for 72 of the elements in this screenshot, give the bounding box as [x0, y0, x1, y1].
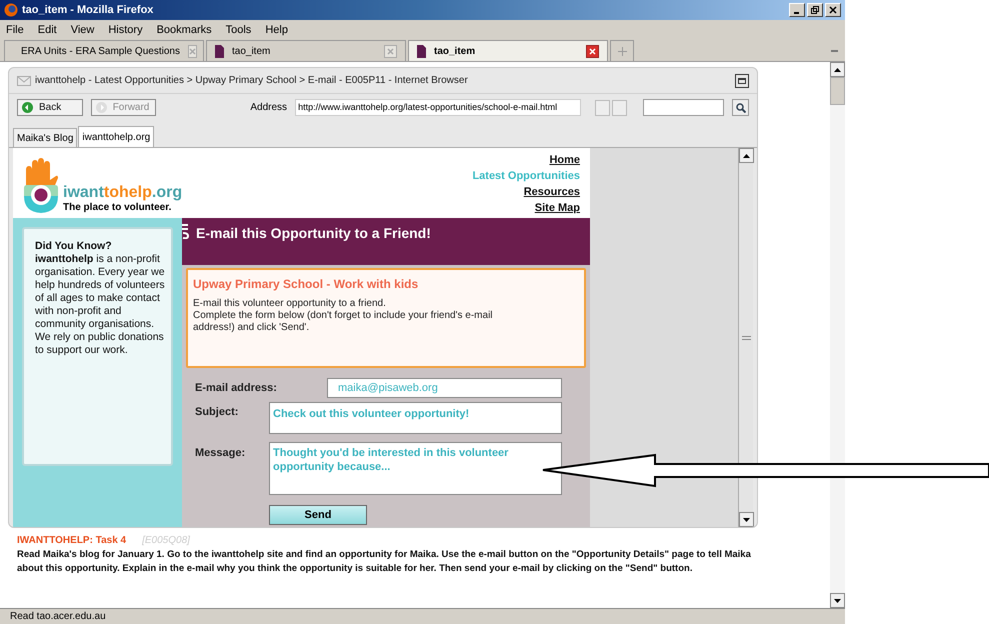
scroll-down-button[interactable]: [738, 512, 754, 527]
send-button[interactable]: Send: [269, 505, 367, 525]
up-arrow-icon: [742, 154, 750, 158]
nav-link[interactable]: Home: [549, 152, 580, 168]
field-label: E-mail address:: [195, 381, 278, 396]
browser-tab[interactable]: ERA Units - ERA Sample Questions: [4, 40, 204, 61]
scroll-up-button[interactable]: [738, 148, 754, 163]
opportunity-text: Complete the form below (don't forget to include your friend's e-mail address!) and click 'Send'.: [193, 310, 494, 334]
tab-label: tao_item: [434, 44, 476, 58]
scroll-up-button[interactable]: [830, 62, 845, 77]
plus-icon: [618, 46, 626, 56]
menu-item[interactable]: History: [108, 22, 143, 38]
field-label: Message:: [195, 446, 246, 461]
window-title: tao_item - Mozilla Firefox: [22, 2, 154, 18]
inner-window-title: iwanttohelp - Latest Opportunities > Upway Primary School > E-mail - E005P11 - Internet Browser: [35, 74, 468, 88]
tab-label: tao_item: [232, 44, 270, 58]
page-scrollbar[interactable]: [738, 148, 753, 527]
card-text: iwanttohelp is a non-profit organisation. Every year we help hundreds of volunteers of all ages to make contact with non-profit and community organisations. We rely on public donations to support our work.: [35, 253, 166, 357]
field-label: Subject:: [195, 405, 240, 420]
tagline: The place to volunteer.: [63, 202, 172, 214]
nav-link[interactable]: Site Map: [534, 200, 580, 216]
task-instructions: Read Maika's blog for January 1. Go to the iwanttohelp site and find an opportunity for Maika. Use the e-mail button on the "Opportunity Details" page to tell Maika about this opportunity. Explain in the e-mail why you think the opportunity is suitable for her. Then send your e-mail by clicking on the "Send" button.: [17, 548, 752, 576]
envelope-icon: [17, 76, 31, 86]
search-field[interactable]: [642, 99, 724, 116]
close-icon: [387, 48, 394, 54]
nav-link[interactable]: Resources: [524, 184, 580, 200]
logo-icon: [23, 158, 59, 214]
close-tab-button[interactable]: [586, 44, 599, 58]
address-field[interactable]: http://www.iwanttohelp.org/latest-opportunities/school-e-mail.html: [295, 99, 581, 116]
document-icon: [215, 44, 224, 58]
card-title: Did You Know?: [35, 240, 113, 253]
search-button[interactable]: [732, 99, 749, 116]
status-text: Read tao.acer.edu.au: [10, 610, 106, 624]
page-tab[interactable]: iwanttohelp.org: [78, 126, 154, 147]
down-arrow-icon: [742, 518, 750, 522]
close-icon: [589, 48, 596, 54]
dash-icon: [830, 50, 838, 52]
restore-icon: [811, 6, 819, 14]
page-tab[interactable]: Maika's Blog: [13, 128, 78, 147]
search-icon: [736, 102, 746, 112]
scroll-down-button[interactable]: [830, 593, 845, 608]
menu-item[interactable]: Bookmarks: [156, 22, 212, 38]
menu-item[interactable]: Help: [265, 22, 288, 38]
window-icon: [738, 78, 746, 84]
browser-tab[interactable]: tao_item: [206, 40, 406, 61]
up-arrow-icon: [834, 68, 841, 72]
site-logo-text: iwanttohelp.org: [63, 184, 182, 202]
down-arrow-icon: [834, 598, 841, 602]
restore-button[interactable]: [807, 3, 823, 17]
browser-tab[interactable]: tao_item: [408, 40, 608, 61]
menu-item[interactable]: View: [70, 22, 94, 38]
close-icon: [829, 6, 837, 14]
menu-item[interactable]: Tools: [226, 22, 252, 38]
close-icon: [188, 48, 196, 54]
task-title: IWANTTOHELP: Task 4: [17, 534, 126, 548]
scroll-thumb[interactable]: [830, 77, 845, 105]
window-scrollbar[interactable]: [830, 62, 845, 608]
document-icon: [417, 44, 426, 58]
back-button[interactable]: Back: [17, 99, 83, 116]
maximize-button[interactable]: [735, 74, 749, 88]
menu-item[interactable]: File: [6, 22, 24, 38]
banner-title: E-mail this Opportunity to a Friend!: [196, 224, 431, 243]
opportunity-text: E-mail this volunteer opportunity to a friend.: [193, 298, 387, 310]
close-button[interactable]: [825, 3, 841, 17]
hand-icon: [182, 223, 190, 239]
grip-icon: [742, 336, 750, 340]
opportunity-title: Upway Primary School - Work with kids: [193, 276, 420, 293]
tab-label: ERA Units - ERA Sample Questions: [21, 44, 180, 58]
browser-logo-icon: [4, 3, 18, 17]
minimize-button[interactable]: [789, 3, 805, 17]
menu-item[interactable]: Edit: [38, 22, 57, 38]
address-label: Address: [250, 101, 288, 115]
